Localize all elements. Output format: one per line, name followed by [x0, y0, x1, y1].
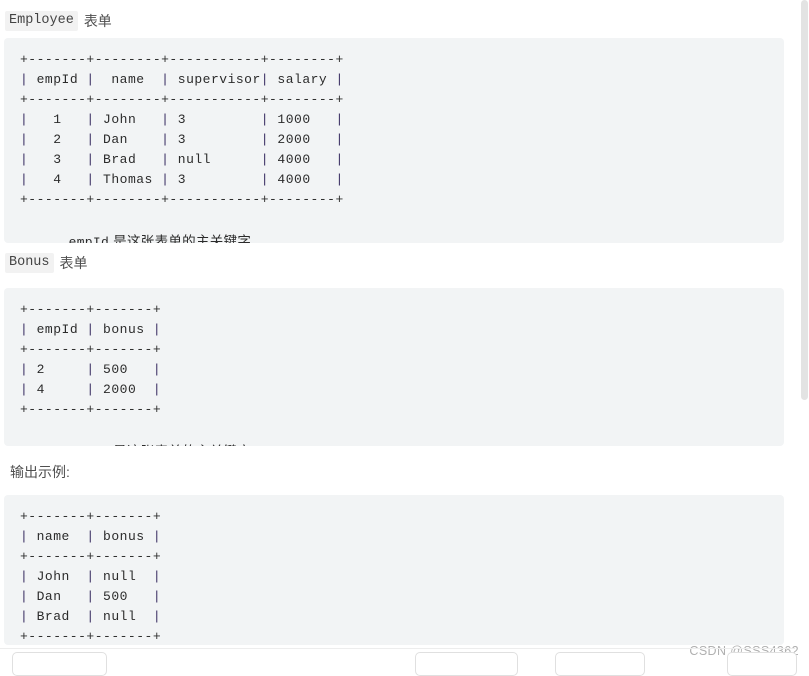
code-line: | 2 | Dan | 3 | 2000 | [20, 132, 344, 147]
note-code: empId [69, 445, 110, 446]
footer-widget-3[interactable] [555, 652, 645, 676]
code-line: | empId | bonus | [20, 322, 162, 337]
code-line: +-------+--------+-----------+--------+ [20, 52, 344, 67]
page-scrollbar-track[interactable] [800, 0, 809, 666]
code-line: +-------+-------+ [20, 302, 162, 317]
employee-heading-text: 表单 [83, 13, 112, 29]
output-example-text: 输出示例: [10, 464, 70, 480]
code-line: | empId | name | supervisor| salary | [20, 72, 344, 87]
code-line: | Dan | 500 | [20, 589, 162, 604]
footer-widget-4[interactable] [727, 652, 797, 676]
bonus-section-heading: Bonus 表单 [0, 248, 88, 278]
note-text: 是这张表单的主关键字 [109, 444, 251, 446]
code-line: | 4 | Thomas | 3 | 4000 | [20, 172, 344, 187]
footer-widget-1[interactable] [12, 652, 107, 676]
footer-divider [0, 648, 795, 649]
employee-code-label: Employee [5, 11, 78, 31]
code-line: | John | null | [20, 569, 162, 584]
footer-widget-2[interactable] [415, 652, 518, 676]
output-code-block: +-------+-------+ | name | bonus | +----… [4, 495, 784, 645]
code-line: | 4 | 2000 | [20, 382, 162, 397]
code-line: +-------+-------+ [20, 549, 162, 564]
code-line: +-------+-------+ [20, 629, 162, 644]
code-line: | Brad | null | [20, 609, 162, 624]
code-line: +-------+-------+ [20, 509, 162, 524]
code-line: +-------+-------+ [20, 342, 162, 357]
bonus-primary-key-note: empId 是这张表单的主关键字 [20, 420, 784, 446]
employee-section-heading: Employee 表单 [0, 6, 112, 36]
code-line: +-------+-------+ [20, 402, 162, 417]
article-body: Employee 表单 +-------+--------+----------… [0, 0, 795, 666]
code-line: | 2 | 500 | [20, 362, 162, 377]
page-scrollbar-thumb[interactable] [801, 0, 808, 400]
bonus-code-label: Bonus [5, 253, 54, 273]
bonus-heading-text: 表单 [59, 255, 88, 271]
output-example-label: 输出示例: [5, 458, 70, 486]
code-line: | 1 | John | 3 | 1000 | [20, 112, 344, 127]
bonus-code-block: +-------+-------+ | empId | bonus | +---… [4, 288, 784, 446]
code-line: +-------+--------+-----------+--------+ [20, 192, 344, 207]
code-line: | name | bonus | [20, 529, 162, 544]
note-text: 是这张表单的主关键字 [109, 234, 252, 243]
code-line: | 3 | Brad | null | 4000 | [20, 152, 344, 167]
employee-code-block: +-------+--------+-----------+--------+ … [4, 38, 784, 243]
code-line: +-------+--------+-----------+--------+ [20, 92, 344, 107]
employee-primary-key-note: empId 是这张表单的主关键字 [20, 210, 784, 243]
note-code: empId [68, 235, 110, 243]
